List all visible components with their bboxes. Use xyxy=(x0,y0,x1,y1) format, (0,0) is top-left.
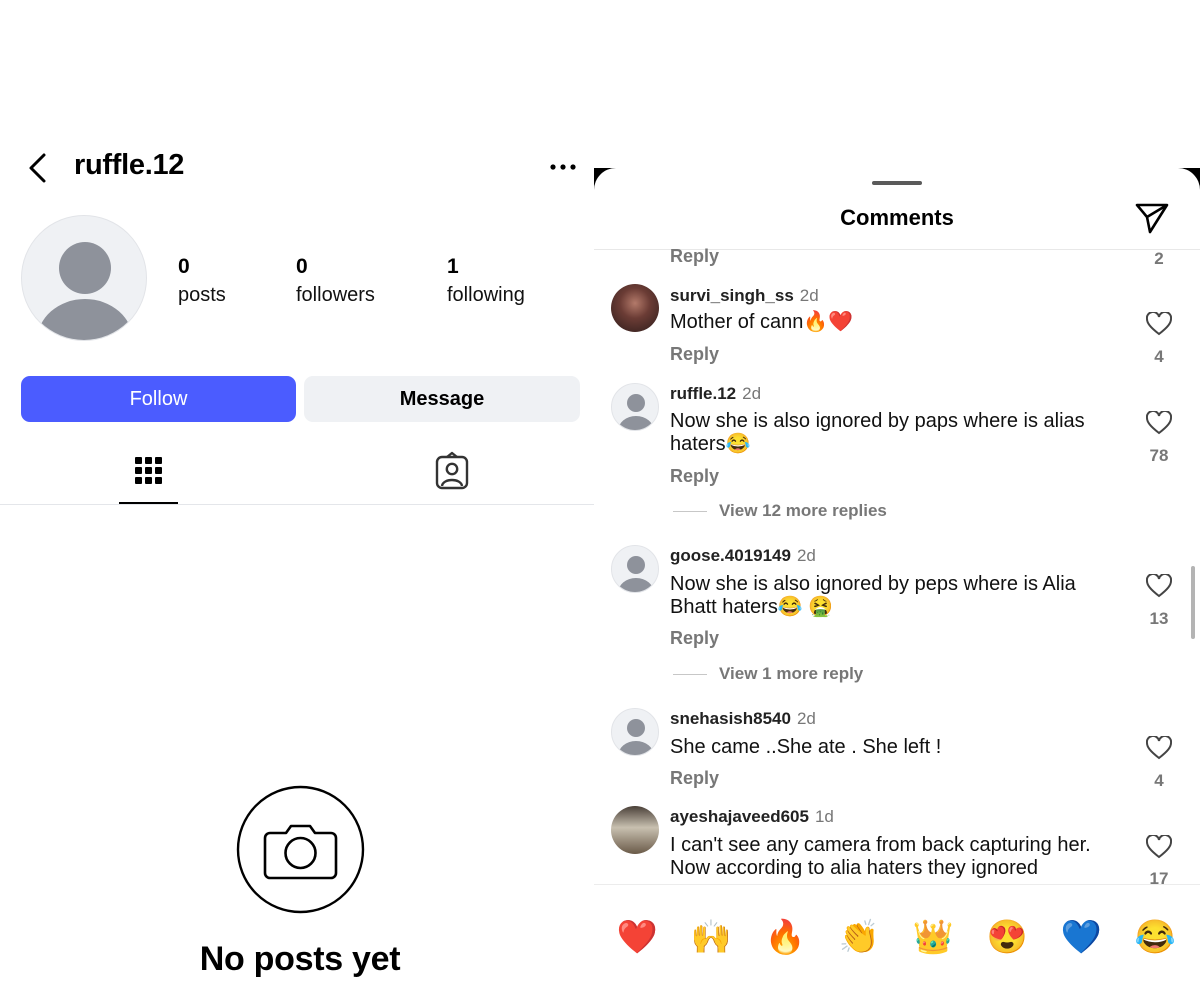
comment-text: Now she is also ignored by peps where is… xyxy=(670,573,1076,618)
comments-panel: Comments Reply 2 survi_singh_ss 2d Mother… xyxy=(594,168,1200,998)
comment-text: I can't see any camera from back capturi… xyxy=(670,834,1091,879)
emoji-reaction-bar: ❤️ 🙌 🔥 👏 👑 😍 💙 😂 xyxy=(594,884,1200,998)
camera-icon xyxy=(236,785,365,914)
comment-username[interactable]: survi_singh_ss 2d xyxy=(670,286,819,306)
thread-line xyxy=(673,510,707,512)
comment-username[interactable]: ayeshajaveed605 1d xyxy=(670,807,834,827)
comment-avatar[interactable] xyxy=(611,806,659,854)
emoji-heart-eyes[interactable]: 😍 xyxy=(985,915,1029,959)
view-more-label[interactable]: View 1 more reply xyxy=(719,664,863,684)
following-label: following xyxy=(447,284,525,306)
no-posts-title: No posts yet xyxy=(199,940,401,978)
following-value: 1 xyxy=(447,255,459,278)
like-count: 4 xyxy=(1154,771,1164,790)
comment-username[interactable]: goose.4019149 2d xyxy=(670,546,816,566)
following-count[interactable]: 1 following xyxy=(447,256,525,307)
back-arrow-icon[interactable] xyxy=(26,152,50,184)
reply-link[interactable]: Reply xyxy=(670,768,719,789)
emoji-blue-heart[interactable]: 💙 xyxy=(1059,915,1103,959)
emoji-raised-hands[interactable]: 🙌 xyxy=(689,915,733,959)
thread-line xyxy=(673,673,707,675)
view-more-replies[interactable]: View 1 more reply xyxy=(673,664,863,684)
reply-link[interactable]: Reply xyxy=(670,344,719,365)
comment-avatar[interactable] xyxy=(611,284,659,332)
message-button[interactable]: Message xyxy=(304,376,580,422)
emoji-clap[interactable]: 👏 xyxy=(837,915,881,959)
comment-author[interactable]: ruffle.12 xyxy=(670,384,736,403)
comment-author[interactable]: ayeshajaveed605 xyxy=(670,807,809,826)
comment-avatar[interactable] xyxy=(611,708,659,756)
default-avatar-icon xyxy=(37,242,133,340)
heart-icon[interactable] xyxy=(1146,312,1172,336)
comment-time: 2d xyxy=(799,286,819,305)
reply-link[interactable]: Reply xyxy=(670,628,719,649)
emoji-heart[interactable]: ❤️ xyxy=(615,915,659,959)
posts-value: 0 xyxy=(178,255,190,278)
tab-posts-grid[interactable] xyxy=(119,450,178,505)
posts-count[interactable]: 0 posts xyxy=(178,256,226,307)
follow-button[interactable]: Follow xyxy=(21,376,296,422)
followers-value: 0 xyxy=(296,255,308,278)
comment-username[interactable]: snehasish8540 2d xyxy=(670,709,816,729)
default-avatar-icon xyxy=(618,394,654,430)
default-avatar-icon xyxy=(618,556,654,592)
like-count: 13 xyxy=(1149,609,1169,628)
comment-time: 2d xyxy=(742,384,762,403)
comment-time: 2d xyxy=(796,546,816,565)
posts-label: posts xyxy=(178,284,226,306)
tab-tagged[interactable] xyxy=(424,450,480,505)
followers-label: followers xyxy=(296,284,375,306)
reply-link[interactable]: Reply xyxy=(670,466,719,487)
heart-icon[interactable] xyxy=(1146,574,1172,598)
comment-time: 2d xyxy=(796,709,816,728)
profile-username: ruffle.12 xyxy=(74,149,185,181)
comments-sheet: Comments Reply 2 survi_singh_ss 2d Mother… xyxy=(594,168,1200,998)
heart-icon[interactable] xyxy=(1146,736,1172,760)
more-options-icon[interactable] xyxy=(548,158,578,176)
default-avatar-icon xyxy=(618,719,654,755)
like-count: 78 xyxy=(1149,446,1169,465)
comment-avatar[interactable] xyxy=(611,383,659,431)
comment-text: Now she is also ignored by paps where is… xyxy=(670,410,1085,455)
view-more-label[interactable]: View 12 more replies xyxy=(719,501,887,521)
like-count: 2 xyxy=(1154,249,1164,268)
heart-icon[interactable] xyxy=(1146,835,1172,859)
profile-panel: ruffle.12 0 posts 0 followers 1 followin… xyxy=(0,0,596,998)
comment-author[interactable]: snehasish8540 xyxy=(670,709,791,728)
like-count: 4 xyxy=(1154,347,1164,366)
heart-icon[interactable] xyxy=(1146,411,1172,435)
drag-handle[interactable] xyxy=(872,181,922,185)
emoji-laughing[interactable]: 😂 xyxy=(1133,915,1177,959)
profile-avatar[interactable] xyxy=(21,215,147,341)
comment-text: Mother of cann🔥❤️ xyxy=(670,311,854,333)
followers-count[interactable]: 0 followers xyxy=(296,256,375,307)
comment-time: 1d xyxy=(814,807,834,826)
send-icon[interactable] xyxy=(1134,200,1170,236)
comment-author[interactable]: survi_singh_ss xyxy=(670,286,794,305)
view-more-replies[interactable]: View 12 more replies xyxy=(673,501,887,521)
scrollbar[interactable] xyxy=(1191,566,1195,639)
emoji-crown[interactable]: 👑 xyxy=(911,915,955,959)
comment-author[interactable]: goose.4019149 xyxy=(670,546,791,565)
comment-text: She came ..She ate . She left ! xyxy=(670,736,942,758)
tabs-divider xyxy=(0,504,596,505)
comment-avatar[interactable] xyxy=(611,545,659,593)
comments-title: Comments xyxy=(840,205,954,230)
emoji-fire[interactable]: 🔥 xyxy=(763,915,807,959)
reply-link[interactable]: Reply xyxy=(670,246,719,267)
comment-username[interactable]: ruffle.12 2d xyxy=(670,384,761,404)
tagged-person-icon xyxy=(435,451,469,490)
grid-icon xyxy=(135,457,162,484)
